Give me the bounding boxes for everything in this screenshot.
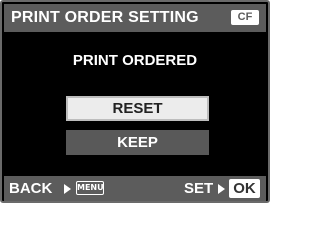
keep-option[interactable]: KEEP xyxy=(66,130,209,155)
set-label: SET xyxy=(184,180,214,197)
reset-option[interactable]: RESET xyxy=(66,96,209,121)
camera-menu-screen: PRINT ORDER SETTING CF PRINT ORDERED RES… xyxy=(0,0,270,203)
cf-card-badge: CF xyxy=(231,10,259,25)
ok-button-icon[interactable]: OK xyxy=(229,179,260,198)
back-label: BACK xyxy=(9,180,53,197)
page-title: PRINT ORDER SETTING xyxy=(11,9,199,26)
right-arrow-icon xyxy=(218,184,225,194)
status-text: PRINT ORDERED xyxy=(72,52,198,69)
footer-bar: BACK MENU SET OK xyxy=(4,176,266,201)
header-bar: PRINT ORDER SETTING CF xyxy=(4,4,266,32)
right-arrow-icon xyxy=(64,184,71,194)
menu-button-icon[interactable]: MENU xyxy=(76,181,104,195)
